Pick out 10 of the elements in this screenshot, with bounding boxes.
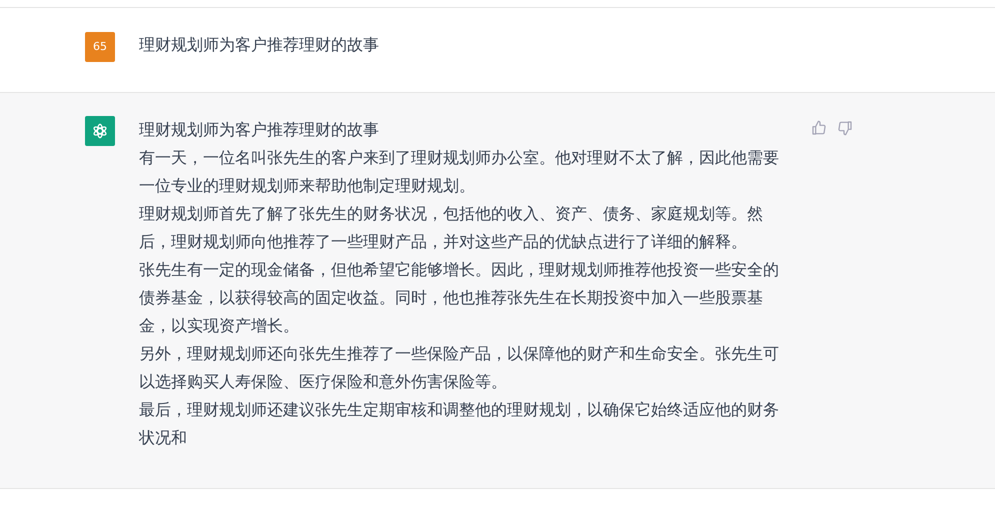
response-paragraph: 另外，理财规划师还向张先生推荐了一些保险产品，以保障他的财产和生命安全。张先生可以选择购买人寿保险、医疗保险和意外伤害保险等。 [139, 343, 780, 393]
response-paragraph: 最后，理财规划师还建议张先生定期审核和调整他的理财规划，以确保它始终适应他的财务状况和 [139, 399, 780, 449]
thumbs-up-icon[interactable] [811, 120, 827, 136]
response-title: 理财规划师为客户推荐理财的故事 [139, 119, 380, 141]
response-paragraph: 有一天，一位名叫张先生的客户来到了理财规划师办公室。他对理财不太了解，因此他需要一位专业的理财规划师来帮助他制定理财规划。 [139, 147, 780, 197]
user-message: 理财规划师为客户推荐理财的故事 [139, 34, 380, 56]
response-paragraph: 理财规划师首先了解了张先生的财务状况，包括他的收入、资产、债务、家庭规划等。然后，理财规划师向他推荐了一些理财产品，并对这些产品的优缺点进行了详细的解释。 [139, 203, 764, 253]
thumbs-down-icon[interactable] [837, 120, 853, 136]
response-paragraph: 张先生有一定的现金储备，但他希望它能够增长。因此，理财规划师推荐他投资一些安全的债券基金，以获得较高的固定收益。同时，他也推荐张先生在长期投资中加入一些股票基金，以实现资产增长。 [139, 259, 780, 337]
user-avatar: 65 [85, 32, 115, 62]
